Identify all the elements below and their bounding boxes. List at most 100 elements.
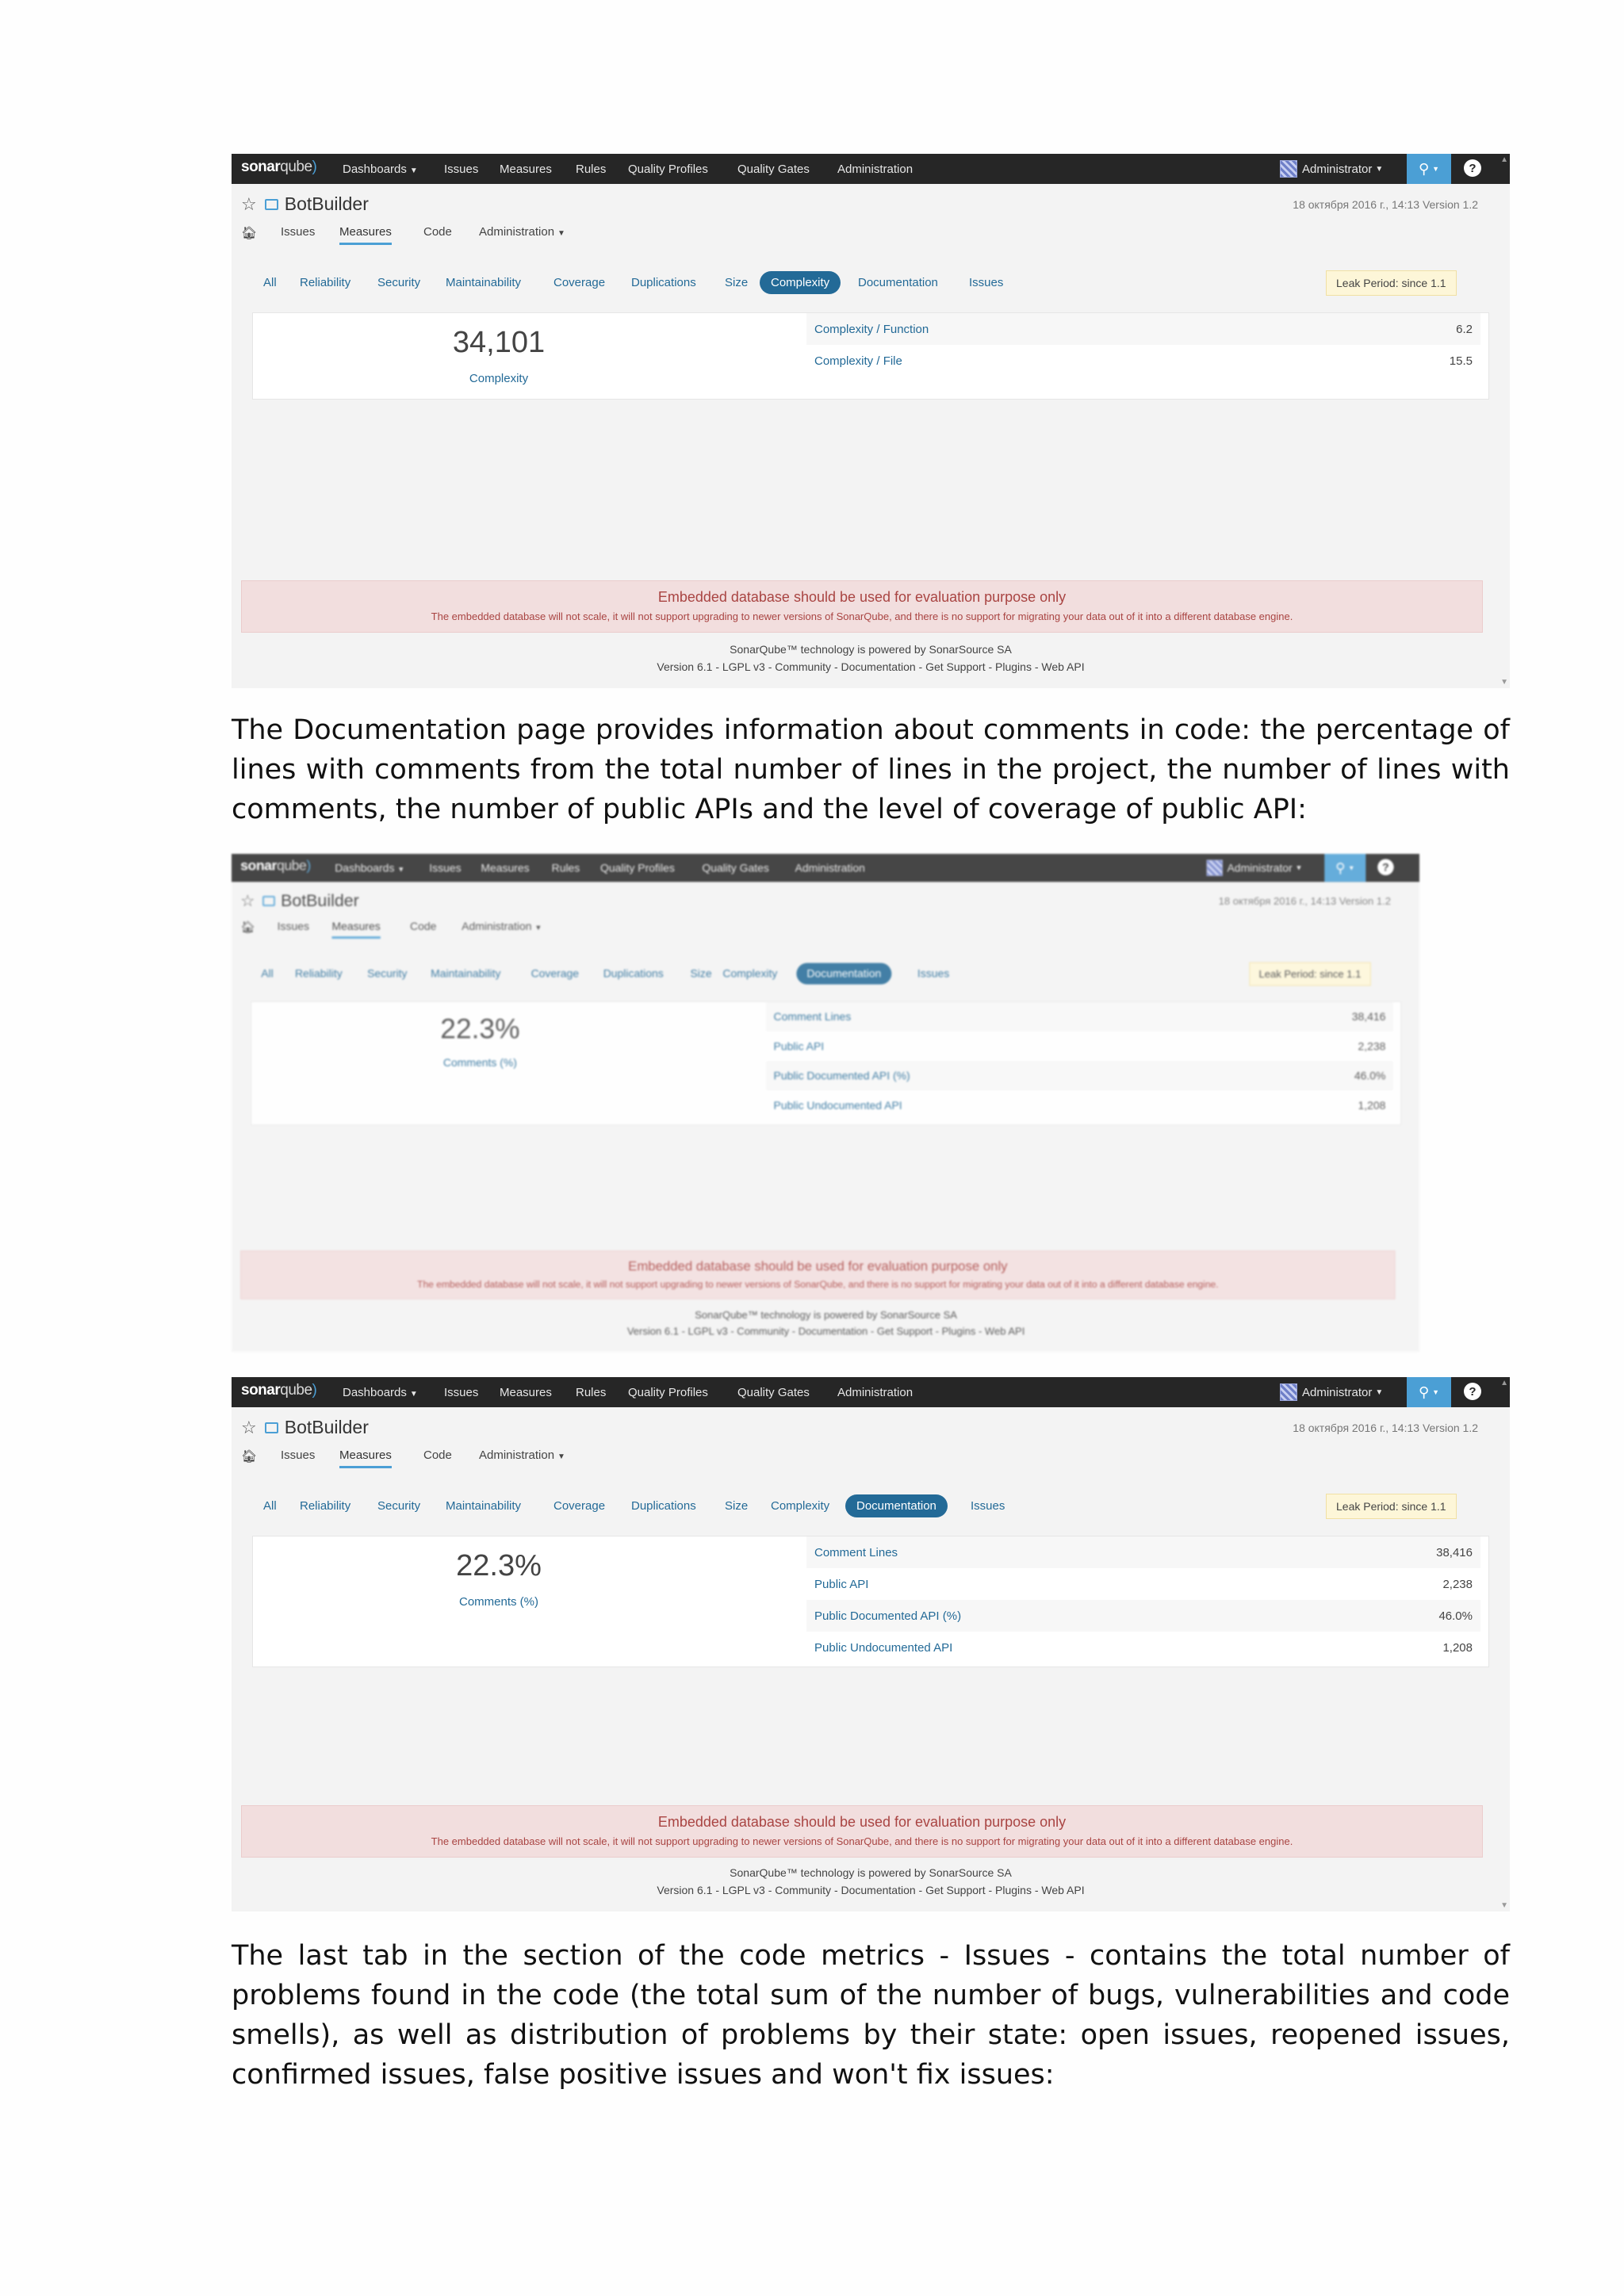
project-nav-administration[interactable]: Administration ▼	[479, 225, 565, 239]
project-nav-measures[interactable]: Measures	[331, 920, 381, 939]
tab-maintainability[interactable]: Maintainability	[446, 1499, 521, 1513]
nav-issues[interactable]: Issues	[444, 1386, 478, 1399]
search-button[interactable]: ⚲ ▼	[1407, 1377, 1451, 1407]
tab-all[interactable]: All	[263, 1499, 277, 1513]
tab-issues[interactable]: Issues	[971, 1499, 1005, 1513]
sonarqube-logo[interactable]: sonarqube)	[241, 159, 317, 176]
tab-documentation[interactable]: Documentation	[858, 276, 938, 289]
scroll-down-icon[interactable]: ▼	[1500, 1901, 1508, 1910]
project-nav-measures[interactable]: Measures	[339, 225, 392, 245]
metric-row: Public API 2,238	[773, 1039, 1386, 1053]
tab-issues[interactable]: Issues	[917, 967, 949, 980]
tab-security[interactable]: Security	[367, 967, 407, 980]
tab-maintainability[interactable]: Maintainability	[431, 967, 500, 980]
tab-complexity[interactable]: Complexity	[760, 271, 841, 294]
caret-down-icon: ▼	[557, 1452, 565, 1461]
navbar: sonarqube) Dashboards ▼ Issues Measures R…	[232, 1377, 1510, 1407]
user-menu[interactable]: Administrator ▼	[1280, 1377, 1383, 1407]
tab-duplications[interactable]: Duplications	[603, 967, 664, 980]
nav-administration[interactable]: Administration	[837, 1386, 913, 1399]
nav-administration[interactable]: Administration	[795, 862, 865, 874]
tab-duplications[interactable]: Duplications	[631, 276, 696, 289]
tab-issues[interactable]: Issues	[969, 276, 1003, 289]
project-nav-code[interactable]: Code	[423, 1448, 452, 1462]
folder-icon	[264, 198, 278, 210]
search-icon: ⚲	[1335, 859, 1346, 875]
search-button[interactable]: ⚲ ▼	[1407, 154, 1451, 184]
tab-security[interactable]: Security	[377, 276, 420, 289]
nav-quality-gates[interactable]: Quality Gates	[737, 1386, 810, 1399]
tab-coverage[interactable]: Coverage	[531, 967, 579, 980]
project-nav-measures[interactable]: Measures	[339, 1448, 392, 1468]
help-icon[interactable]: ?	[1464, 1383, 1481, 1400]
tab-all[interactable]: All	[263, 276, 277, 289]
project-nav-administration[interactable]: Administration ▼	[462, 920, 542, 933]
tab-complexity[interactable]: Complexity	[771, 1499, 829, 1513]
project-nav-code[interactable]: Code	[410, 920, 436, 933]
project-nav-administration[interactable]: Administration ▼	[479, 1448, 565, 1462]
project-nav-code[interactable]: Code	[423, 225, 452, 239]
tab-documentation[interactable]: Documentation	[796, 962, 892, 985]
nav-dashboards[interactable]: Dashboards ▼	[343, 1386, 418, 1399]
tab-all[interactable]: All	[261, 967, 274, 980]
tab-size[interactable]: Size	[690, 967, 711, 980]
tab-security[interactable]: Security	[377, 1499, 420, 1513]
nav-issues[interactable]: Issues	[444, 163, 478, 176]
tab-reliability[interactable]: Reliability	[295, 967, 343, 980]
main-measure-value: 22.3%	[440, 1013, 520, 1045]
nav-measures[interactable]: Measures	[500, 1386, 552, 1399]
screenshot-documentation: sonarqube) Dashboards ▼ Issues Measures R…	[232, 1377, 1510, 1911]
tab-complexity[interactable]: Complexity	[722, 967, 777, 980]
nav-rules[interactable]: Rules	[576, 163, 606, 176]
sonarqube-logo[interactable]: sonarqube)	[240, 859, 311, 874]
main-measure-label[interactable]: Complexity	[253, 372, 745, 385]
search-icon: ⚲	[1418, 160, 1430, 177]
help-icon[interactable]: ?	[1464, 159, 1481, 177]
nav-measures[interactable]: Measures	[481, 862, 529, 874]
nav-rules[interactable]: Rules	[576, 1386, 606, 1399]
tab-coverage[interactable]: Coverage	[553, 1499, 605, 1513]
star-icon[interactable]: ☆	[240, 891, 255, 910]
home-icon[interactable]: 🏠︎	[240, 920, 255, 936]
tab-coverage[interactable]: Coverage	[553, 276, 605, 289]
nav-measures[interactable]: Measures	[500, 163, 552, 176]
tab-size[interactable]: Size	[725, 1499, 748, 1513]
user-menu[interactable]: Administrator ▼	[1280, 154, 1383, 184]
nav-quality-profiles[interactable]: Quality Profiles	[628, 163, 708, 176]
user-menu[interactable]: Administrator ▼	[1206, 854, 1303, 882]
nav-administration[interactable]: Administration	[837, 163, 913, 176]
caret-down-icon: ▼	[1432, 1388, 1440, 1396]
tab-duplications[interactable]: Duplications	[631, 1499, 696, 1513]
nav-dashboards[interactable]: Dashboards ▼	[343, 163, 418, 176]
scroll-up-icon[interactable]: ▲	[1500, 1379, 1508, 1387]
main-measure-label[interactable]: Comments (%)	[251, 1057, 709, 1070]
project-nav-issues[interactable]: Issues	[281, 1448, 315, 1462]
nav-quality-profiles[interactable]: Quality Profiles	[600, 862, 675, 874]
scroll-up-icon[interactable]: ▲	[1500, 155, 1508, 164]
caret-down-icon: ▼	[1432, 165, 1440, 173]
main-measure-label[interactable]: Comments (%)	[253, 1595, 745, 1609]
star-icon[interactable]: ☆	[241, 1418, 257, 1438]
analysis-meta: 18 октября 2016 г., 14:13 Version 1.2	[1293, 198, 1478, 211]
tab-documentation[interactable]: Documentation	[845, 1494, 948, 1517]
nav-dashboards[interactable]: Dashboards ▼	[335, 862, 404, 874]
tab-maintainability[interactable]: Maintainability	[446, 276, 521, 289]
help-icon[interactable]: ?	[1377, 859, 1394, 875]
tab-reliability[interactable]: Reliability	[300, 1499, 350, 1513]
nav-quality-profiles[interactable]: Quality Profiles	[628, 1386, 708, 1399]
sonarqube-logo[interactable]: sonarqube)	[241, 1382, 317, 1399]
home-icon[interactable]: 🏠︎	[241, 1448, 257, 1464]
home-icon[interactable]: 🏠︎	[241, 225, 257, 241]
nav-quality-gates[interactable]: Quality Gates	[737, 163, 810, 176]
nav-rules[interactable]: Rules	[552, 862, 580, 874]
project-nav-issues[interactable]: Issues	[278, 920, 309, 933]
project-nav-issues[interactable]: Issues	[281, 225, 315, 239]
tab-reliability[interactable]: Reliability	[300, 276, 350, 289]
search-button[interactable]: ⚲ ▼	[1324, 854, 1366, 882]
scroll-down-icon[interactable]: ▼	[1500, 678, 1508, 687]
nav-issues[interactable]: Issues	[429, 862, 461, 874]
nav-quality-gates[interactable]: Quality Gates	[702, 862, 769, 874]
tab-size[interactable]: Size	[725, 276, 748, 289]
measure-tabs: All Reliability Security Maintainability…	[232, 962, 1419, 987]
star-icon[interactable]: ☆	[241, 194, 257, 215]
